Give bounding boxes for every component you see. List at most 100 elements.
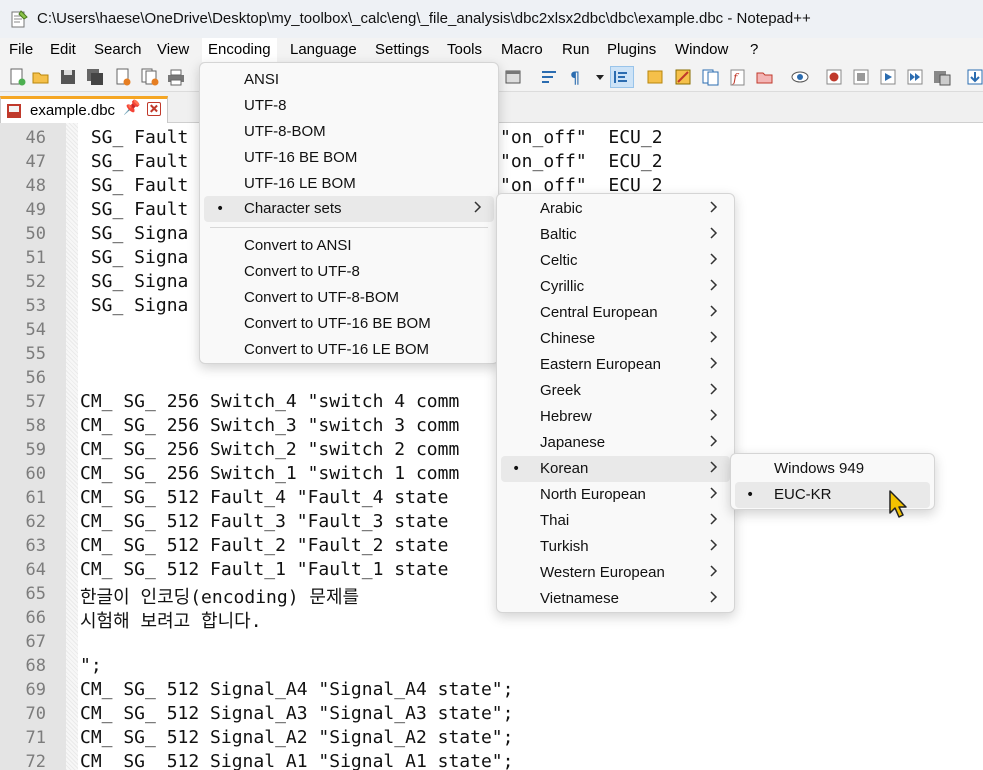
menu-tools[interactable]: Tools [447,41,482,58]
new-file-icon[interactable] [7,67,27,87]
save-all-icon[interactable] [85,67,105,87]
code-line[interactable]: 66 시험해 보려고 합니다. [0,605,983,632]
menu-item-baltic[interactable]: Baltic [501,222,730,248]
menu-item-north-european[interactable]: North European [501,482,730,508]
run-macro-multiple-icon[interactable] [905,67,925,87]
menu-item-convert-utf8[interactable]: Convert to UTF-8 [204,259,494,285]
menu-item-label: Vietnamese [540,590,619,607]
menu-macro[interactable]: Macro [501,41,543,58]
code-line[interactable]: 56 [0,365,983,389]
code-line[interactable]: 68 "; [0,653,983,677]
menu-item-western-european[interactable]: Western European [501,560,730,586]
save-icon[interactable] [58,67,78,87]
document-list-icon[interactable] [701,67,721,87]
menu-language[interactable]: Language [290,41,357,58]
code-line[interactable]: 65 한글이 인코딩(encoding) 문제를 [0,581,983,608]
save-macro-icon[interactable] [932,67,952,87]
menu-item-chinese[interactable]: Chinese [501,326,730,352]
code-line[interactable]: 64 CM_ SG_ 512 Fault_1 "Fault_1 state [0,557,983,581]
menu-item-convert-utf16-le-bom[interactable]: Convert to UTF-16 LE BOM [204,337,494,363]
code-line[interactable]: 62 CM_ SG_ 512 Fault_3 "Fault_3 state [0,509,983,533]
code-text: SG_ Signa [80,223,189,244]
menu-item-thai[interactable]: Thai [501,508,730,534]
line-number: 72 [25,752,46,770]
code-line[interactable]: 67 [0,629,983,653]
chevron-right-icon [710,487,718,499]
menu-encoding[interactable]: Encoding [202,38,277,62]
code-line[interactable]: 63 CM_ SG_ 512 Fault_2 "Fault_2 state [0,533,983,557]
menu-item-greek[interactable]: Greek [501,378,730,404]
menu-window[interactable]: Window [675,41,728,58]
menu-item-convert-utf16-be-bom[interactable]: Convert to UTF-16 BE BOM [204,311,494,337]
menu-item-japanese[interactable]: Japanese [501,430,730,456]
code-text: CM_ SG_ 256 Switch_2 "switch 2 comm [80,439,460,460]
menu-item-eastern-european[interactable]: Eastern European [501,352,730,378]
character-sets-menu: Arabic Baltic Celtic Cyrillic Central Europe… [496,193,735,613]
word-wrap-icon[interactable] [539,67,559,87]
code-line[interactable]: 70 CM_ SG_ 512 Signal_A3 "Signal_A3 state… [0,701,983,725]
menu-search[interactable]: Search [94,41,142,58]
menu-item-celtic[interactable]: Celtic [501,248,730,274]
pin-icon[interactable]: 📌 [123,100,140,116]
chevron-right-icon [710,253,718,265]
menu-item-character-sets[interactable]: • Character sets [204,196,494,222]
monitoring-eye-icon[interactable] [790,67,810,87]
menu-item-vietnamese[interactable]: Vietnamese [501,586,730,612]
menu-item-utf8[interactable]: UTF-8 [204,93,494,119]
menu-item-convert-ansi[interactable]: Convert to ANSI [204,233,494,259]
function-list-icon[interactable]: f [728,67,748,87]
menu-item-turkish[interactable]: Turkish [501,534,730,560]
line-number: 49 [25,200,46,220]
open-folder-icon[interactable] [31,67,51,87]
menu-item-central-european[interactable]: Central European [501,300,730,326]
indent-guide-icon[interactable] [610,66,634,88]
dropdown-arrow-icon[interactable] [590,67,604,87]
menu-file[interactable]: File [9,41,33,58]
folder-as-workspace-icon[interactable] [755,67,775,87]
code-line[interactable]: 71 CM_ SG_ 512 Signal_A2 "Signal_A2 state… [0,725,983,749]
menu-item-convert-utf8-bom[interactable]: Convert to UTF-8-BOM [204,285,494,311]
line-number: 48 [25,176,46,196]
print-icon[interactable] [166,67,186,87]
file-modified-icon [7,104,21,118]
language-icon[interactable] [645,67,665,87]
line-number: 68 [25,656,46,676]
close-all-icon[interactable] [140,67,160,87]
play-macro-icon[interactable] [878,67,898,87]
menu-edit[interactable]: Edit [50,41,76,58]
title-bar: C:\Users\haese\OneDrive\Desktop\my_toolb… [0,0,983,38]
document-map-icon[interactable] [673,67,693,87]
menu-item-windows-949[interactable]: Windows 949 [735,456,930,482]
close-tab-icon[interactable] [147,102,161,116]
window-split-icon[interactable] [503,67,523,87]
menu-item-utf16-le-bom[interactable]: UTF-16 LE BOM [204,171,494,197]
menu-help[interactable]: ? [750,41,758,58]
close-file-icon[interactable] [113,67,133,87]
code-text: SG_ Signa [80,271,189,292]
code-line[interactable]: 57 CM_ SG_ 256 Switch_4 "switch 4 comm [0,389,983,413]
code-text: SG_ Fault [80,151,189,172]
code-line[interactable]: 58 CM_ SG_ 256 Switch_3 "switch 3 comm [0,413,983,437]
menu-item-utf8-bom[interactable]: UTF-8-BOM [204,119,494,145]
menu-item-cyrillic[interactable]: Cyrillic [501,274,730,300]
menu-item-korean[interactable]: • Korean [501,456,730,482]
stop-macro-icon[interactable] [851,67,871,87]
code-text: CM_ SG_ 256 Switch_1 "switch 1 comm [80,463,460,484]
line-number: 56 [25,368,46,388]
menu-item-arabic[interactable]: Arabic [501,196,730,222]
menu-item-hebrew[interactable]: Hebrew [501,404,730,430]
line-number: 54 [25,320,46,340]
tab-example-dbc[interactable]: example.dbc 📌 [0,96,168,123]
menu-item-utf16-be-bom[interactable]: UTF-16 BE BOM [204,145,494,171]
menu-run[interactable]: Run [562,41,590,58]
menu-item-label: Korean [540,460,589,477]
plugin-admin-icon[interactable] [965,67,983,87]
menu-plugins[interactable]: Plugins [607,41,656,58]
record-macro-icon[interactable] [824,67,844,87]
menu-settings[interactable]: Settings [375,41,429,58]
code-line[interactable]: 69 CM_ SG_ 512 Signal_A4 "Signal_A4 state… [0,677,983,701]
code-line[interactable]: 72 CM_ SG_ 512 Signal_A1 "Signal_A1 state… [0,749,983,770]
menu-item-ansi[interactable]: ANSI [204,67,494,93]
menu-view[interactable]: View [157,41,189,58]
show-all-characters-icon[interactable]: ¶ [566,67,586,87]
